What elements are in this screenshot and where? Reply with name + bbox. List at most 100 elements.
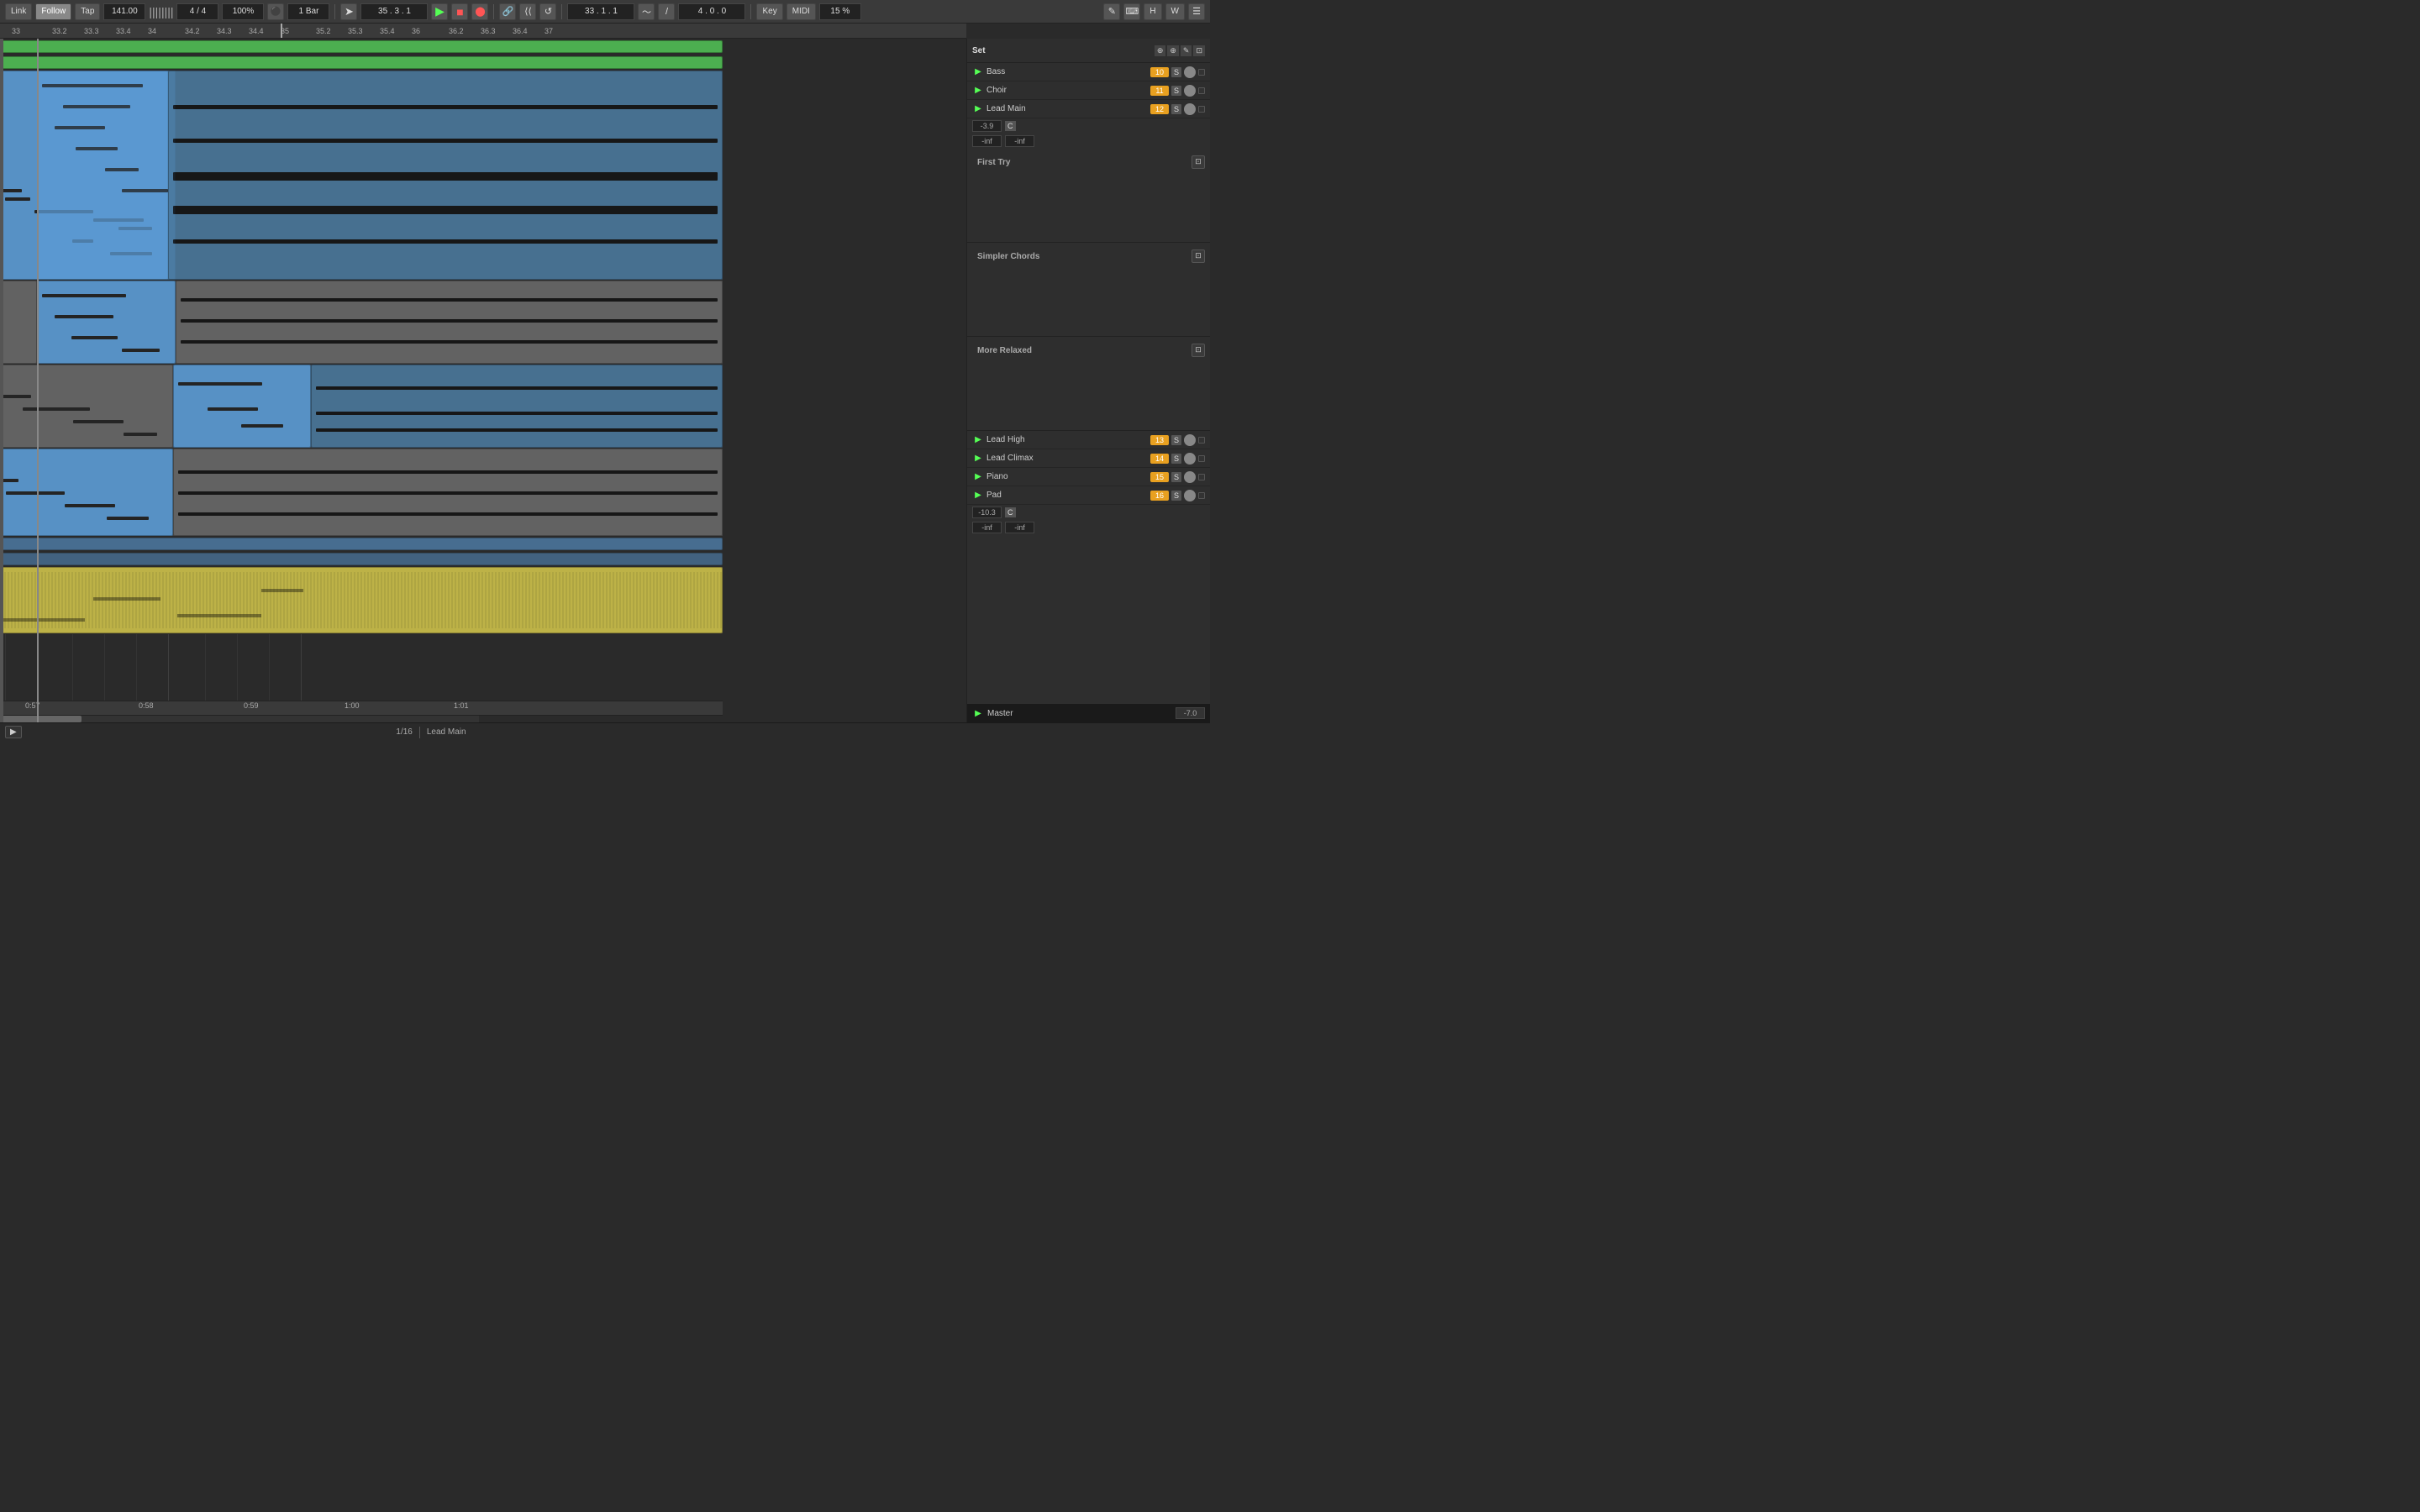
lead-high-s-btn[interactable]: S (1171, 435, 1181, 445)
more-relaxed-track[interactable] (0, 449, 723, 537)
keyboard-icon[interactable]: ⌨ (1123, 3, 1140, 20)
piano-arm-btn[interactable] (1184, 471, 1196, 483)
piano-track-row[interactable]: ▶ Piano 15 S (967, 468, 1210, 486)
choir-track[interactable] (0, 55, 723, 71)
bass-track-row[interactable]: ▶ Bass 10 S (967, 63, 1210, 81)
bass-clip[interactable] (0, 40, 723, 53)
pad-extra[interactable] (1198, 492, 1205, 499)
pad-number[interactable]: 16 (1150, 491, 1169, 501)
lead-main-arm-btn[interactable] (1184, 103, 1196, 115)
lead-main-extra-btn[interactable] (1198, 106, 1205, 113)
time-sig-display[interactable]: 4 / 4 (176, 3, 218, 20)
lead-climax-arm-btn[interactable] (1184, 453, 1196, 465)
lead-main-track-row[interactable]: ▶ Lead Main 12 S (967, 100, 1210, 118)
lead-high-clip[interactable] (0, 538, 723, 550)
choir-play-btn[interactable]: ▶ (972, 85, 984, 97)
stop-button[interactable]: ■ (451, 3, 468, 20)
lead-main-number[interactable]: 12 (1150, 104, 1169, 114)
first-try-fold-btn[interactable]: ⊡ (1192, 155, 1205, 169)
choir-s-btn[interactable]: S (1171, 86, 1181, 96)
first-try-track[interactable] (0, 281, 723, 365)
scale-pct[interactable]: 15 % (819, 3, 861, 20)
first-try-gray-1[interactable] (0, 281, 37, 364)
bass-s-btn[interactable]: S (1171, 67, 1181, 77)
bass-track[interactable] (0, 39, 723, 55)
sc-dark-1[interactable] (311, 365, 723, 448)
piano-number[interactable]: 15 (1150, 472, 1169, 482)
mr-blue-1[interactable] (0, 449, 173, 536)
midi-button[interactable]: MIDI (786, 3, 816, 20)
pad-key[interactable]: C (1005, 507, 1016, 517)
piano-clip[interactable] (0, 567, 723, 633)
lead-main-play-btn[interactable]: ▶ (972, 103, 984, 115)
key-button[interactable]: Key (756, 3, 782, 20)
simpler-chords-track[interactable] (0, 365, 723, 449)
lead-climax-extra[interactable] (1198, 455, 1205, 462)
loop-wave-icon[interactable]: 〜 (638, 3, 655, 20)
piano-s-btn[interactable]: S (1171, 472, 1181, 482)
lead-main-clip-2[interactable] (37, 71, 176, 280)
pad-s-btn[interactable]: S (1171, 491, 1181, 501)
link-button[interactable]: Link (5, 3, 32, 20)
pad-arm-btn[interactable] (1184, 490, 1196, 501)
tracks-container[interactable]: 0:55 0:56 0:57 0:58 0:59 1:00 1:01 (0, 39, 723, 722)
lead-climax-clip[interactable] (0, 553, 723, 565)
h-btn[interactable]: H (1144, 3, 1161, 20)
pencil-btn[interactable]: ✎ (1181, 45, 1192, 56)
lead-high-arm-btn[interactable] (1184, 434, 1196, 446)
simpler-chords-fold-btn[interactable]: ⊡ (1192, 249, 1205, 263)
quantize-display[interactable]: 1 Bar (287, 3, 329, 20)
pencil-icon[interactable]: ✎ (1103, 3, 1120, 20)
lead-main-clip-3[interactable] (168, 71, 723, 280)
pad-track-row[interactable]: ▶ Pad 16 S (967, 486, 1210, 505)
pad-play-btn[interactable]: ▶ (972, 490, 984, 501)
lead-main-key[interactable]: C (1005, 121, 1016, 131)
lead-high-track[interactable] (0, 537, 723, 552)
choir-arm-btn[interactable] (1184, 85, 1196, 97)
play-button[interactable]: ▶ (431, 3, 448, 20)
choir-number[interactable]: 11 (1150, 86, 1169, 96)
piano-extra[interactable] (1198, 474, 1205, 480)
master-play-btn[interactable]: ▶ (972, 707, 984, 719)
lead-climax-track[interactable] (0, 552, 723, 567)
lead-high-track-row[interactable]: ▶ Lead High 13 S (967, 431, 1210, 449)
follow-button[interactable]: Follow (35, 3, 71, 20)
w-btn[interactable]: W (1165, 3, 1185, 20)
bass-extra-btn[interactable] (1198, 69, 1205, 76)
choir-clip[interactable] (0, 56, 723, 69)
bass-number[interactable]: 10 (1150, 67, 1169, 77)
lead-climax-number[interactable]: 14 (1150, 454, 1169, 464)
lead-climax-track-row[interactable]: ▶ Lead Climax 14 S (967, 449, 1210, 468)
metro-icon[interactable]: ⚫ (267, 3, 284, 20)
bottom-play-btn[interactable]: ▶ (5, 726, 22, 738)
first-try-blue-1[interactable] (37, 281, 176, 364)
master-row[interactable]: ▶ Master -7.0 (967, 704, 1210, 722)
loop-slash-icon[interactable]: / (658, 3, 675, 20)
lead-climax-s-btn[interactable]: S (1171, 454, 1181, 464)
back-icon[interactable]: ⟨⟨ (519, 3, 536, 20)
choir-track-row[interactable]: ▶ Choir 11 S (967, 81, 1210, 100)
transport-pos[interactable]: 35 . 3 . 1 (360, 3, 428, 20)
bpm-display[interactable]: 141.00 (103, 3, 145, 20)
arrow-up-btn[interactable]: ⊕ (1155, 45, 1166, 56)
sc-gray-1[interactable] (0, 365, 173, 448)
zoom-display[interactable]: 100% (222, 3, 264, 20)
loop-icon[interactable]: 🔗 (499, 3, 516, 20)
sc-blue-2[interactable] (173, 365, 311, 448)
camera-btn[interactable]: ⊡ (1193, 45, 1205, 56)
mr-gray-2[interactable] (173, 449, 723, 536)
piano-play-btn[interactable]: ▶ (972, 471, 984, 483)
h-scrollbar-thumb[interactable] (0, 716, 82, 722)
tap-button[interactable]: Tap (75, 3, 100, 20)
piano-track[interactable] (0, 567, 723, 634)
lead-main-vol[interactable]: -3.9 (972, 120, 1002, 132)
loop-pos[interactable]: 33 . 1 . 1 (567, 3, 634, 20)
lead-high-play-btn[interactable]: ▶ (972, 434, 984, 446)
lead-main-track[interactable] (0, 71, 723, 281)
more-relaxed-fold-btn[interactable]: ⊡ (1192, 344, 1205, 357)
loop-record-icon[interactable]: ↺ (539, 3, 556, 20)
arrow-icon[interactable]: ➤ (340, 3, 357, 20)
hamburger-icon[interactable]: ☰ (1188, 3, 1205, 20)
bass-arm-btn[interactable] (1184, 66, 1196, 78)
arrow-down-btn[interactable]: ⊕ (1167, 45, 1179, 56)
